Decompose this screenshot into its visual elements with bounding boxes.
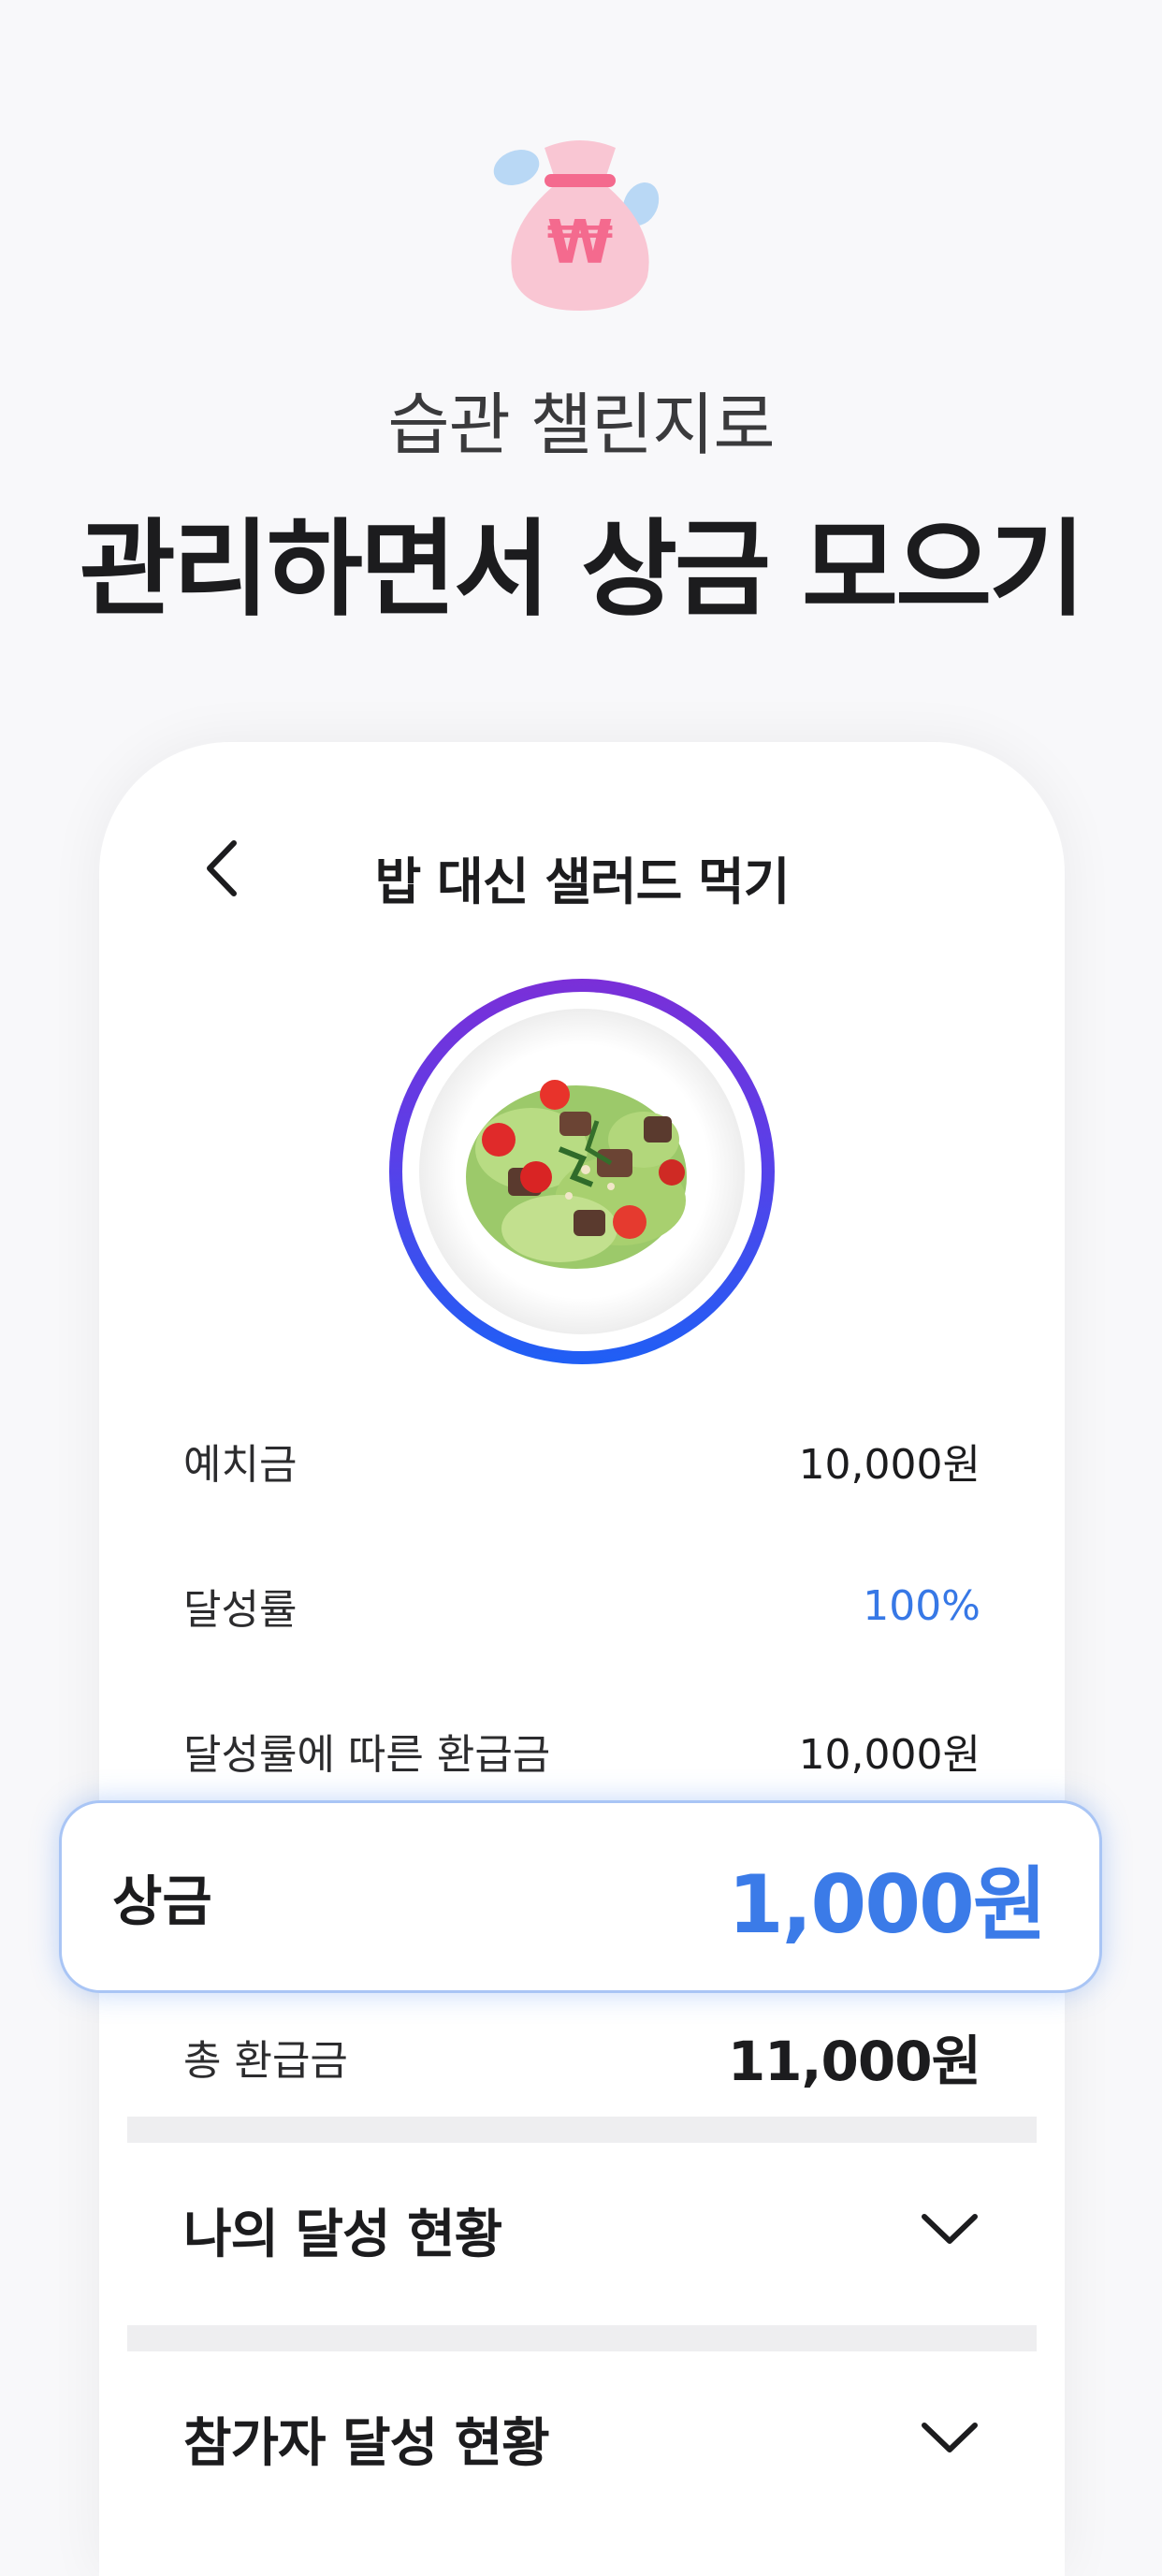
prize-label: 상금 <box>112 1870 212 1933</box>
chevron-down-icon <box>922 2423 978 2452</box>
total-refund-value: 11,000원 <box>727 2030 981 2093</box>
deposit-row: 예치금 10,000원 <box>183 1428 980 1493</box>
screen-title: 밥 대신 샐러드 먹기 <box>374 852 791 911</box>
chevron-down-icon <box>922 2214 978 2244</box>
challenge-image-ring <box>389 979 775 1364</box>
total-refund-label: 총 환급금 <box>183 2037 348 2085</box>
section-divider <box>127 2325 1037 2351</box>
participant-achievement-section[interactable]: 참가자 달성 현황 <box>183 2392 980 2485</box>
participant-achievement-title: 참가자 달성 현황 <box>183 2412 550 2474</box>
deposit-label: 예치금 <box>183 1441 298 1489</box>
won-symbol: ₩ <box>547 209 614 278</box>
salad-bowl-image <box>419 1009 745 1334</box>
hero-subtitle: 습관 챌린지로 <box>387 386 775 464</box>
total-refund-row: 총 환급금 11,000원 <box>183 2019 981 2094</box>
refund-label: 달성률에 따른 환급금 <box>183 1731 551 1779</box>
phone-screen: 밥 대신 샐러드 먹기 예치금 10,000원 달성률 100% 달성률에 따른… <box>99 742 1065 2576</box>
my-achievement-section[interactable]: 나의 달성 현황 <box>183 2183 980 2277</box>
my-achievement-title: 나의 달성 현황 <box>183 2204 502 2265</box>
section-divider <box>127 2117 1037 2143</box>
achievement-rate-label: 달성률 <box>183 1586 298 1634</box>
deposit-value: 10,000원 <box>798 1441 980 1489</box>
refund-value: 10,000원 <box>798 1731 980 1779</box>
achievement-rate-row: 달성률 100% <box>183 1573 980 1638</box>
prize-card: 상금 1,000원 <box>59 1800 1102 1993</box>
prize-value: 1,000원 <box>727 1857 1047 1952</box>
refund-row: 달성률에 따른 환급금 10,000원 <box>183 1718 980 1783</box>
hero-title: 관리하면서 상금 모으기 <box>79 509 1085 631</box>
achievement-rate-value: 100% <box>863 1581 980 1630</box>
money-bag-icon: ₩ <box>487 137 674 314</box>
